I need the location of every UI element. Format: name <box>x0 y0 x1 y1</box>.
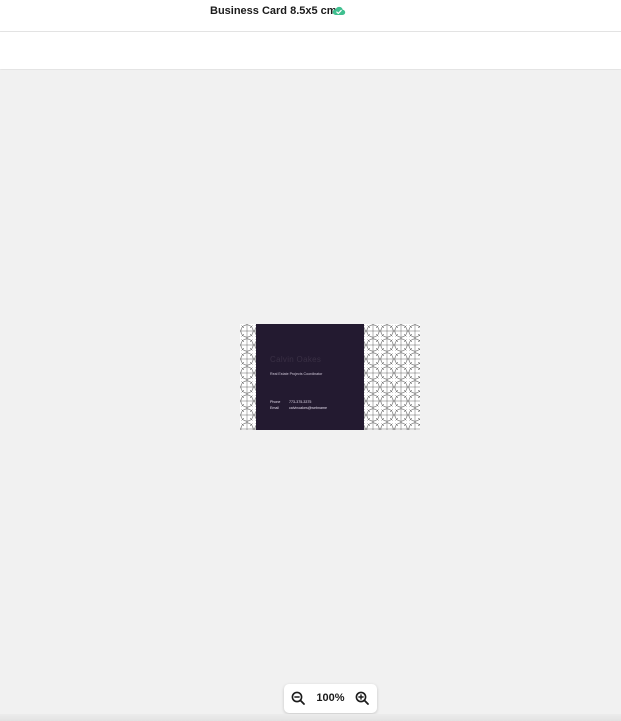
card-email-line: Email calvinoakes@webname <box>270 406 327 410</box>
document-title[interactable]: Business Card 8.5x5 cm <box>210 4 337 18</box>
card-phone-label: Phone <box>270 400 281 404</box>
bottom-edge <box>0 714 621 721</box>
card-email-label: Email <box>270 406 279 410</box>
zoom-out-icon[interactable] <box>290 690 306 706</box>
zoom-level[interactable]: 100% <box>311 692 350 705</box>
toolbar <box>0 32 621 69</box>
card-job-title: Real Estate Projects Coordinator <box>270 372 323 376</box>
cloud-check-icon[interactable] <box>332 4 346 18</box>
card-email-value: calvinoakes@webname <box>289 406 328 410</box>
zoom-in-icon[interactable] <box>354 690 370 706</box>
card-name: Calvin Oakes <box>270 355 322 364</box>
top-bar: Business Card 8.5x5 cm <box>0 0 621 32</box>
card-phone-line: Phone 773-375-3375 <box>270 400 311 404</box>
zoom-control: 100% <box>284 684 377 713</box>
card-phone-value: 773-375-3375 <box>289 400 312 404</box>
business-card-preview[interactable]: Calvin Oakes Real Estate Projects Coordi… <box>240 324 420 430</box>
card-text-panel: Calvin Oakes Real Estate Projects Coordi… <box>256 324 364 430</box>
